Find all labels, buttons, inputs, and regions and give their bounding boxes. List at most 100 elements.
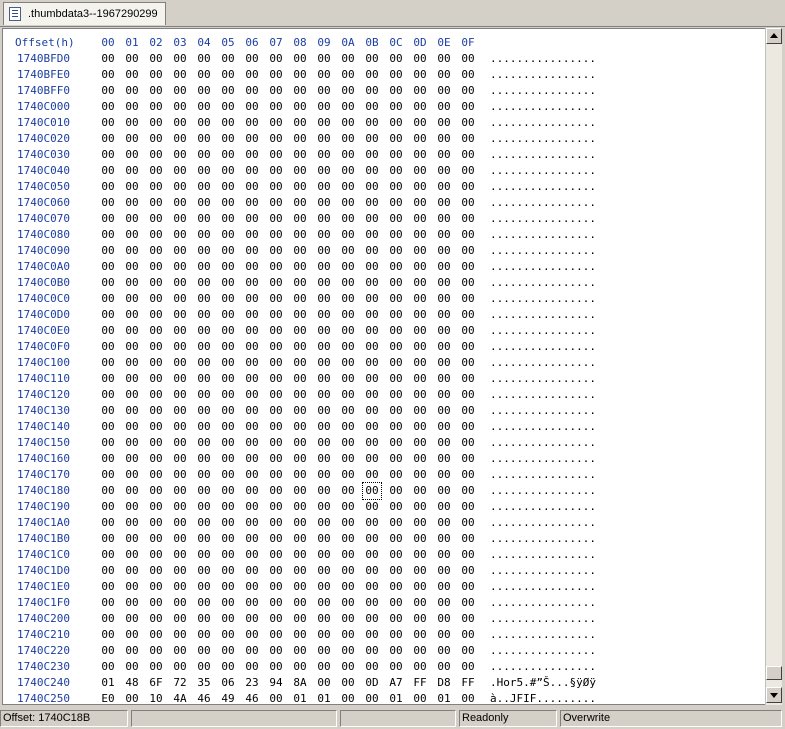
hex-byte[interactable]: 00 (387, 147, 405, 163)
hex-byte[interactable]: 00 (363, 195, 381, 211)
hex-byte[interactable]: 00 (195, 499, 213, 515)
hex-byte[interactable]: 00 (195, 339, 213, 355)
hex-byte[interactable]: 00 (339, 339, 357, 355)
hex-byte[interactable]: 00 (459, 611, 477, 627)
hex-byte[interactable]: 00 (171, 275, 189, 291)
hex-byte[interactable]: 00 (291, 531, 309, 547)
hex-byte[interactable]: 00 (459, 659, 477, 675)
hex-byte[interactable]: 00 (291, 99, 309, 115)
hex-byte[interactable]: 00 (219, 611, 237, 627)
hex-byte[interactable]: 00 (315, 179, 333, 195)
hex-byte[interactable]: 00 (315, 147, 333, 163)
hex-byte[interactable]: 00 (387, 163, 405, 179)
hex-byte[interactable]: 00 (459, 387, 477, 403)
hex-byte[interactable]: 00 (243, 291, 261, 307)
hex-byte[interactable]: 00 (243, 147, 261, 163)
hex-byte[interactable]: 00 (123, 419, 141, 435)
hex-byte[interactable]: 00 (171, 579, 189, 595)
hex-byte[interactable]: 00 (243, 307, 261, 323)
hex-byte[interactable]: 00 (123, 467, 141, 483)
hex-byte[interactable]: 00 (123, 547, 141, 563)
hex-byte[interactable]: 00 (147, 451, 165, 467)
hex-byte[interactable]: 00 (147, 547, 165, 563)
ascii-text[interactable]: ................ (490, 115, 596, 131)
hex-byte[interactable]: 00 (147, 323, 165, 339)
hex-byte[interactable]: 00 (123, 499, 141, 515)
hex-byte[interactable]: 00 (435, 371, 453, 387)
hex-byte[interactable]: 00 (339, 387, 357, 403)
hex-byte[interactable]: 00 (435, 291, 453, 307)
hex-byte[interactable]: 00 (387, 515, 405, 531)
ascii-text[interactable]: ................ (490, 435, 596, 451)
hex-byte[interactable]: 00 (291, 579, 309, 595)
hex-byte[interactable]: 00 (243, 67, 261, 83)
hex-byte[interactable]: 00 (147, 291, 165, 307)
hex-byte[interactable]: 00 (435, 403, 453, 419)
hex-byte[interactable]: 00 (387, 419, 405, 435)
hex-byte[interactable]: 00 (219, 627, 237, 643)
hex-byte[interactable]: 00 (435, 387, 453, 403)
hex-byte[interactable]: 00 (147, 99, 165, 115)
hex-byte[interactable]: 00 (435, 547, 453, 563)
hex-byte[interactable]: 00 (387, 67, 405, 83)
hex-byte[interactable]: 00 (243, 499, 261, 515)
hex-byte[interactable]: 00 (171, 611, 189, 627)
scroll-thumb[interactable] (766, 666, 782, 680)
hex-byte[interactable]: 00 (315, 371, 333, 387)
hex-byte[interactable]: 00 (267, 467, 285, 483)
hex-viewer[interactable]: Offset(h) 00 01 02 03 04 05 06 07 08 09 0A 0B 0C 0D 0E… (2, 28, 766, 705)
hex-byte[interactable]: 00 (219, 499, 237, 515)
hex-byte[interactable]: 00 (147, 179, 165, 195)
hex-byte[interactable]: 00 (99, 227, 117, 243)
ascii-text[interactable]: .Hor5.#”Š...§ÿØÿ (490, 675, 596, 691)
hex-byte[interactable]: 00 (243, 99, 261, 115)
hex-byte[interactable]: 00 (435, 131, 453, 147)
hex-byte[interactable]: 00 (195, 291, 213, 307)
hex-byte[interactable]: 00 (267, 419, 285, 435)
hex-byte[interactable]: 00 (459, 547, 477, 563)
hex-byte[interactable]: 8A (291, 675, 309, 691)
hex-byte[interactable]: 00 (291, 275, 309, 291)
hex-byte[interactable]: 00 (195, 67, 213, 83)
hex-byte[interactable]: 00 (435, 259, 453, 275)
hex-byte[interactable]: 00 (315, 339, 333, 355)
hex-byte[interactable]: 00 (339, 611, 357, 627)
hex-byte[interactable]: 00 (171, 67, 189, 83)
hex-byte[interactable]: 00 (339, 51, 357, 67)
hex-byte[interactable]: 00 (363, 259, 381, 275)
hex-byte[interactable]: 00 (339, 131, 357, 147)
hex-byte[interactable]: 00 (171, 323, 189, 339)
hex-byte[interactable]: 00 (459, 227, 477, 243)
hex-byte[interactable]: 00 (339, 355, 357, 371)
hex-byte[interactable]: 00 (315, 323, 333, 339)
hex-byte[interactable]: 00 (243, 419, 261, 435)
hex-byte[interactable]: 00 (219, 131, 237, 147)
hex-byte[interactable]: 00 (411, 659, 429, 675)
hex-byte[interactable]: 00 (411, 323, 429, 339)
hex-byte[interactable]: 00 (99, 147, 117, 163)
hex-byte[interactable]: 00 (459, 451, 477, 467)
hex-byte[interactable]: 00 (267, 547, 285, 563)
hex-byte[interactable]: 00 (363, 643, 381, 659)
hex-byte[interactable]: 00 (459, 307, 477, 323)
hex-byte[interactable]: 00 (219, 355, 237, 371)
hex-byte[interactable]: 00 (267, 259, 285, 275)
hex-byte[interactable]: 00 (171, 243, 189, 259)
hex-byte[interactable]: 00 (99, 547, 117, 563)
hex-byte[interactable]: 00 (459, 435, 477, 451)
hex-byte[interactable]: 00 (195, 403, 213, 419)
hex-byte[interactable]: 00 (123, 115, 141, 131)
hex-byte[interactable]: 00 (459, 691, 477, 704)
hex-byte[interactable]: 00 (243, 659, 261, 675)
hex-byte[interactable]: 00 (123, 643, 141, 659)
hex-byte[interactable]: 00 (315, 675, 333, 691)
hex-byte[interactable]: 00 (315, 163, 333, 179)
ascii-text[interactable]: ................ (490, 419, 596, 435)
hex-byte[interactable]: 00 (411, 115, 429, 131)
hex-byte[interactable]: 00 (363, 163, 381, 179)
hex-byte[interactable]: 00 (339, 675, 357, 691)
hex-byte[interactable]: 00 (363, 595, 381, 611)
hex-byte[interactable]: 00 (435, 179, 453, 195)
hex-byte[interactable]: 00 (147, 531, 165, 547)
hex-byte[interactable]: 00 (243, 259, 261, 275)
